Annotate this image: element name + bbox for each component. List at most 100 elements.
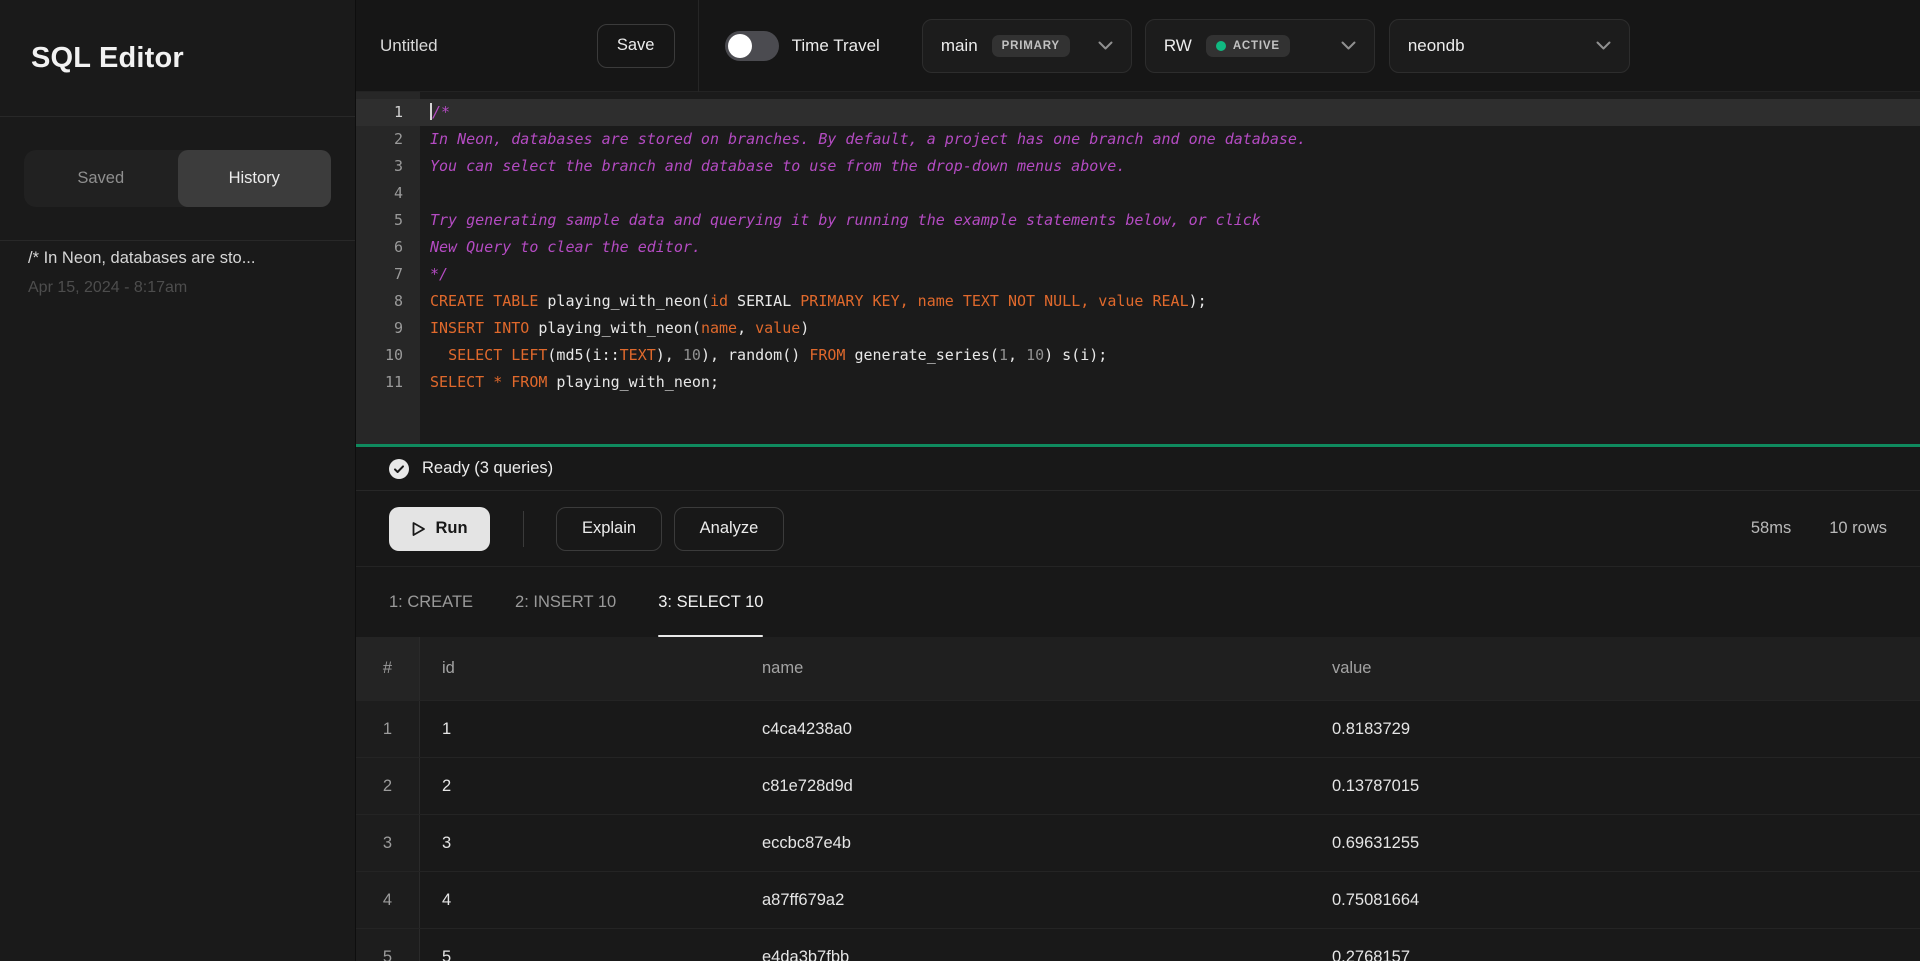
code-line[interactable]: 9INSERT INTO playing_with_neon(name, val… (356, 315, 1920, 342)
result-tab-1[interactable]: 1: CREATE (389, 567, 473, 637)
table-row[interactable]: 44a87ff679a20.75081664 (356, 871, 1920, 928)
column-header-value: value (1310, 637, 1920, 700)
branch-selector[interactable]: main PRIMARY (922, 19, 1132, 73)
status-bar: Ready (3 queries) (356, 447, 1920, 491)
line-number: 5 (356, 207, 420, 234)
code-area[interactable]: 1/*2In Neon, databases are stored on bra… (356, 92, 1920, 444)
analyze-button[interactable]: Analyze (674, 507, 784, 551)
line-number: 9 (356, 315, 420, 342)
code-token: (md5(i:: (547, 346, 619, 364)
cell: c4ca4238a0 (740, 701, 1310, 757)
query-stats: 58ms 10 rows (1751, 519, 1887, 538)
line-number: 7 (356, 261, 420, 288)
compute-name: RW (1164, 36, 1192, 56)
save-button[interactable]: Save (597, 24, 675, 68)
code-token: 10 (1026, 346, 1044, 364)
page-title: SQL Editor (31, 42, 184, 75)
table-row[interactable]: 22c81e728d9d0.13787015 (356, 757, 1920, 814)
line-number: 11 (356, 369, 420, 396)
code-token: FROM (809, 346, 845, 364)
code-token: 10 (683, 346, 701, 364)
line-number: 8 (356, 288, 420, 315)
query-name: Untitled (380, 36, 438, 56)
chevron-down-icon (1596, 41, 1611, 50)
view-switcher: SavedHistory (24, 150, 331, 207)
code-line[interactable]: 8CREATE TABLE playing_with_neon(id SERIA… (356, 288, 1920, 315)
table-row[interactable]: 55e4da3b7fbb0.2768157 (356, 928, 1920, 961)
run-button[interactable]: Run (389, 507, 490, 551)
code-line[interactable]: 7*/ (356, 261, 1920, 288)
line-number: 3 (356, 153, 420, 180)
code-token: ) s(i); (1044, 346, 1107, 364)
explain-button[interactable]: Explain (556, 507, 662, 551)
branch-primary-badge: PRIMARY (992, 35, 1070, 57)
code-line[interactable]: 5Try generating sample data and querying… (356, 207, 1920, 234)
history-item-title: /* In Neon, databases are sto... (28, 249, 327, 268)
column-header-name: name (740, 637, 1310, 700)
compute-selector[interactable]: RW ACTIVE (1145, 19, 1375, 73)
active-status-dot-icon (1216, 41, 1226, 51)
sidebar-tab-saved[interactable]: Saved (24, 150, 178, 207)
result-tab-3[interactable]: 3: SELECT 10 (658, 567, 763, 637)
code-line[interactable]: 6New Query to clear the editor. (356, 234, 1920, 261)
code-token: TEXT (620, 346, 656, 364)
code-line[interactable]: 4 (356, 180, 1920, 207)
code-text (420, 180, 430, 207)
sidebar: SQL Editor SavedHistory /* In Neon, data… (0, 0, 356, 961)
chevron-down-icon (1341, 41, 1356, 50)
code-token: ), random() (701, 346, 809, 364)
database-name: neondb (1408, 36, 1465, 56)
cell: 2 (420, 758, 740, 814)
code-token: playing_with_neon; (547, 373, 719, 391)
branch-name: main (941, 36, 978, 56)
chevron-down-icon (1098, 41, 1113, 50)
code-text: SELECT LEFT(md5(i::TEXT), 10), random() … (420, 342, 1107, 369)
code-token: SELECT LEFT (448, 346, 547, 364)
code-line[interactable]: 11SELECT * FROM playing_with_neon; (356, 369, 1920, 396)
cell: eccbc87e4b (740, 815, 1310, 871)
cell: c81e728d9d (740, 758, 1310, 814)
code-text: In Neon, databases are stored on branche… (420, 126, 1306, 153)
code-line[interactable]: 3 You can select the branch and database … (356, 153, 1920, 180)
code-token: SELECT * FROM (430, 373, 547, 391)
status-text: Ready (3 queries) (422, 459, 553, 478)
line-number: 10 (356, 342, 420, 369)
main-panel: Untitled Save Time Travel main PRIMARY R… (356, 0, 1920, 961)
code-token: ); (1189, 292, 1207, 310)
code-line[interactable]: 10 SELECT LEFT(md5(i::TEXT), 10), random… (356, 342, 1920, 369)
code-text: SELECT * FROM playing_with_neon; (420, 369, 719, 396)
code-token: New Query to clear the editor. (430, 238, 701, 256)
compute-status-label: ACTIVE (1233, 40, 1280, 52)
table-row[interactable]: 33eccbc87e4b0.69631255 (356, 814, 1920, 871)
row-number-cell: 1 (356, 701, 420, 757)
time-travel-toggle[interactable] (725, 31, 779, 61)
code-line[interactable]: 1/* (356, 99, 1920, 126)
code-token: You can select the branch and database t… (430, 157, 1125, 175)
code-token: SERIAL (728, 292, 800, 310)
code-text: /* (420, 99, 450, 126)
cell: a87ff679a2 (740, 872, 1310, 928)
action-divider (523, 511, 524, 547)
row-number-cell: 3 (356, 815, 420, 871)
database-selector[interactable]: neondb (1389, 19, 1630, 73)
table-row[interactable]: 11c4ca4238a00.8183729 (356, 700, 1920, 757)
time-travel-label: Time Travel (792, 36, 880, 56)
code-text: INSERT INTO playing_with_neon(name, valu… (420, 315, 809, 342)
code-line[interactable]: 2In Neon, databases are stored on branch… (356, 126, 1920, 153)
cell: 4 (420, 872, 740, 928)
row-number-cell: 4 (356, 872, 420, 928)
code-token (430, 346, 448, 364)
code-token: value (755, 319, 800, 337)
row-number-cell: 2 (356, 758, 420, 814)
history-item[interactable]: /* In Neon, databases are sto...Apr 15, … (0, 241, 355, 297)
code-text: CREATE TABLE playing_with_neon(id SERIAL… (420, 288, 1207, 315)
action-bar: Run Explain Analyze 58ms 10 rows (356, 491, 1920, 567)
code-token: 1 (999, 346, 1008, 364)
code-token: ), (656, 346, 683, 364)
result-tab-2[interactable]: 2: INSERT 10 (515, 567, 616, 637)
code-text: */ (420, 261, 448, 288)
cell: 0.13787015 (1310, 758, 1920, 814)
sidebar-tab-history[interactable]: History (178, 150, 332, 207)
code-text: Try generating sample data and querying … (420, 207, 1261, 234)
result-tabs: 1: CREATE 2: INSERT 10 3: SELECT 10 (356, 567, 1920, 637)
